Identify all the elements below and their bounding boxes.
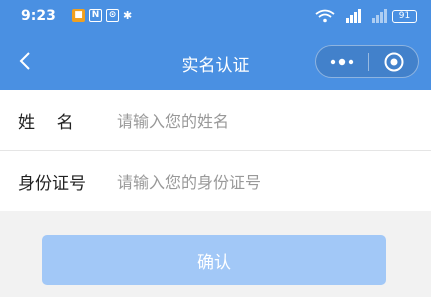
id-number-input[interactable] xyxy=(115,165,419,199)
status-right-icons: 91 xyxy=(314,9,417,23)
nav-bar: 实名认证 xyxy=(0,34,431,90)
alarm-icon: ⊙ xyxy=(106,9,119,22)
status-left-icons: ■ N ⊙ ✱ xyxy=(72,9,132,22)
status-bar: 9:23 ■ N ⊙ ✱ 91 xyxy=(0,0,431,34)
signal-4g-icon xyxy=(346,9,361,23)
confirm-button[interactable]: 确认 xyxy=(42,235,386,285)
header: 9:23 ■ N ⊙ ✱ 91 实名认证 xyxy=(0,0,431,90)
wifi-icon xyxy=(315,9,335,23)
name-input[interactable] xyxy=(115,104,419,138)
signal-icon xyxy=(372,9,387,23)
close-button[interactable] xyxy=(369,46,418,77)
bluetooth-icon: ✱ xyxy=(123,9,133,22)
more-dots-icon xyxy=(330,58,354,65)
status-time: 9:23 xyxy=(21,8,56,24)
id-number-row: 身份证号 xyxy=(0,150,431,211)
id-number-label: 身份证号 xyxy=(18,174,86,194)
target-circle-icon xyxy=(384,52,403,71)
more-button[interactable] xyxy=(316,46,368,77)
name-label: 姓 名 xyxy=(18,113,74,133)
identity-form: 姓 名 身份证号 xyxy=(0,90,431,211)
name-row: 姓 名 xyxy=(0,90,431,150)
mini-program-capsule xyxy=(315,45,419,78)
nfc-icon: N xyxy=(89,9,102,22)
battery-indicator: 91 xyxy=(392,9,417,23)
notification-app-icon: ■ xyxy=(72,9,85,22)
